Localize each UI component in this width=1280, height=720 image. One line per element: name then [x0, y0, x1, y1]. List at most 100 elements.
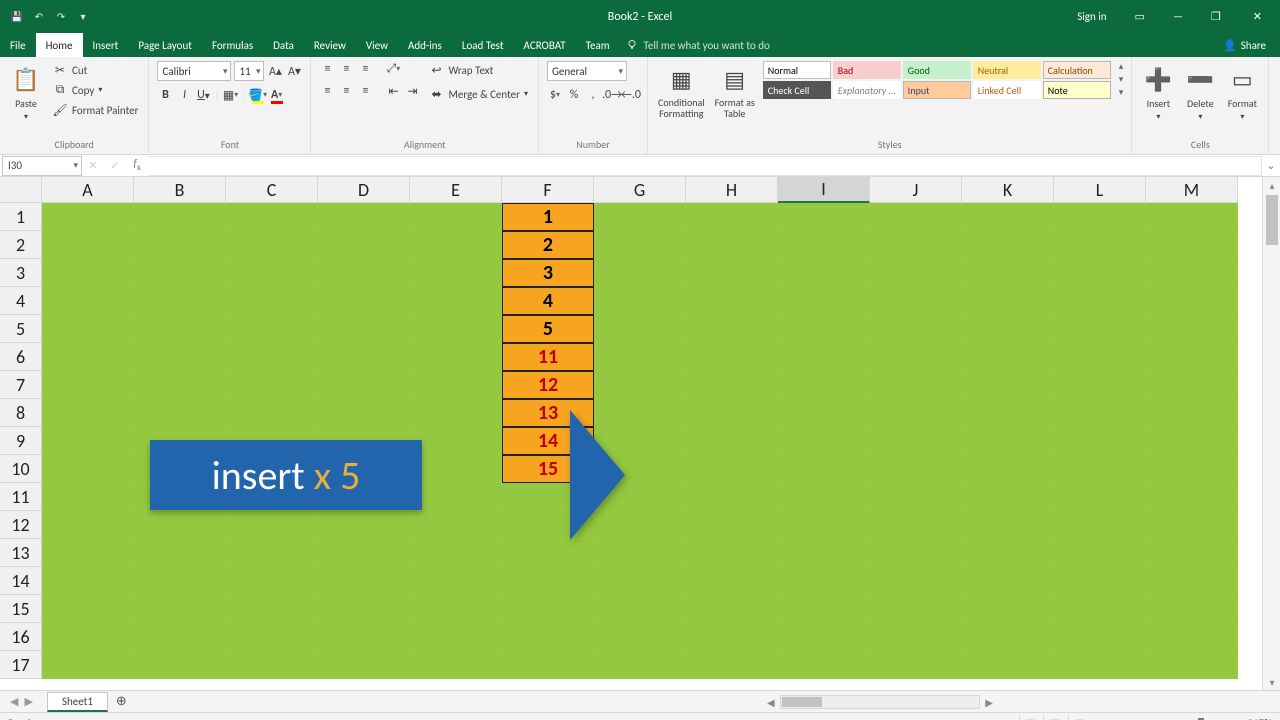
cell-M14[interactable]: [1146, 567, 1238, 595]
cell-M17[interactable]: [1146, 651, 1238, 679]
align-bottom-icon[interactable]: ≡: [357, 61, 373, 77]
new-sheet-button[interactable]: ⊕: [116, 694, 127, 709]
qat-customize-icon[interactable]: ▾: [76, 10, 90, 24]
cell-F16[interactable]: [502, 623, 594, 651]
cell-E11[interactable]: [410, 483, 502, 511]
next-sheet-icon[interactable]: ▶: [24, 695, 32, 708]
column-header-E[interactable]: E: [410, 177, 502, 203]
cell-L13[interactable]: [1054, 539, 1146, 567]
cell-D16[interactable]: [318, 623, 410, 651]
wrap-text-button[interactable]: ↩Wrap Text: [426, 61, 530, 79]
tab-review[interactable]: Review: [304, 33, 356, 57]
cell-B4[interactable]: [134, 287, 226, 315]
enter-formula-icon[interactable]: ✓: [104, 159, 126, 172]
cell-F8[interactable]: 13: [502, 399, 594, 427]
cell-C12[interactable]: [226, 511, 318, 539]
cell-L14[interactable]: [1054, 567, 1146, 595]
cell-A5[interactable]: [42, 315, 134, 343]
cell-L6[interactable]: [1054, 343, 1146, 371]
comma-icon[interactable]: ,: [585, 87, 601, 103]
cell-J4[interactable]: [870, 287, 962, 315]
style-input[interactable]: Input: [903, 81, 971, 99]
column-header-D[interactable]: D: [318, 177, 410, 203]
cell-A4[interactable]: [42, 287, 134, 315]
cell-K14[interactable]: [962, 567, 1054, 595]
cell-H16[interactable]: [686, 623, 778, 651]
select-all-corner[interactable]: [0, 177, 42, 203]
cell-B8[interactable]: [134, 399, 226, 427]
gallery-down-icon[interactable]: ▾: [1119, 74, 1124, 85]
prev-sheet-icon[interactable]: ◀: [10, 695, 18, 708]
tab-team[interactable]: Team: [576, 33, 620, 57]
cell-H9[interactable]: [686, 427, 778, 455]
cell-G16[interactable]: [594, 623, 686, 651]
row-header-7[interactable]: 7: [0, 371, 42, 399]
cell-H13[interactable]: [686, 539, 778, 567]
redo-icon[interactable]: ↷: [54, 10, 68, 24]
cell-B17[interactable]: [134, 651, 226, 679]
close-icon[interactable]: ✕: [1235, 0, 1280, 33]
cell-J10[interactable]: [870, 455, 962, 483]
cell-K7[interactable]: [962, 371, 1054, 399]
cell-H14[interactable]: [686, 567, 778, 595]
cell-M1[interactable]: [1146, 203, 1238, 231]
cell-H6[interactable]: [686, 343, 778, 371]
cell-I14[interactable]: [778, 567, 870, 595]
cell-G13[interactable]: [594, 539, 686, 567]
format-cells-button[interactable]: ▭Format▾: [1224, 61, 1260, 122]
cell-L7[interactable]: [1054, 371, 1146, 399]
cell-G9[interactable]: [594, 427, 686, 455]
row-header-13[interactable]: 13: [0, 539, 42, 567]
row-header-15[interactable]: 15: [0, 595, 42, 623]
cell-E9[interactable]: [410, 427, 502, 455]
orientation-icon[interactable]: ⤢: [385, 61, 401, 77]
cell-I16[interactable]: [778, 623, 870, 651]
cell-E3[interactable]: [410, 259, 502, 287]
percent-icon[interactable]: %: [566, 87, 582, 103]
row-header-17[interactable]: 17: [0, 651, 42, 679]
tab-addins[interactable]: Add-ins: [398, 33, 452, 57]
cell-J6[interactable]: [870, 343, 962, 371]
cell-C11[interactable]: [226, 483, 318, 511]
cell-L2[interactable]: [1054, 231, 1146, 259]
cell-C5[interactable]: [226, 315, 318, 343]
row-header-12[interactable]: 12: [0, 511, 42, 539]
maximize-icon[interactable]: ❐: [1197, 0, 1235, 33]
cell-H2[interactable]: [686, 231, 778, 259]
cell-E15[interactable]: [410, 595, 502, 623]
cell-G15[interactable]: [594, 595, 686, 623]
cell-H3[interactable]: [686, 259, 778, 287]
align-middle-icon[interactable]: ≡: [338, 61, 354, 77]
cell-G2[interactable]: [594, 231, 686, 259]
cell-D4[interactable]: [318, 287, 410, 315]
cell-B5[interactable]: [134, 315, 226, 343]
row-header-11[interactable]: 11: [0, 483, 42, 511]
cell-J7[interactable]: [870, 371, 962, 399]
cell-C6[interactable]: [226, 343, 318, 371]
cell-I15[interactable]: [778, 595, 870, 623]
cell-K9[interactable]: [962, 427, 1054, 455]
cell-G1[interactable]: [594, 203, 686, 231]
delete-cells-button[interactable]: ➖Delete▾: [1182, 61, 1218, 122]
row-header-16[interactable]: 16: [0, 623, 42, 651]
cell-G17[interactable]: [594, 651, 686, 679]
cell-B6[interactable]: [134, 343, 226, 371]
scroll-up-icon[interactable]: ▴: [1266, 179, 1278, 191]
cell-F15[interactable]: [502, 595, 594, 623]
borders-button[interactable]: ▦: [223, 87, 239, 103]
cell-F7[interactable]: 12: [502, 371, 594, 399]
scroll-left-icon[interactable]: ◀: [767, 696, 775, 709]
format-as-table-button[interactable]: ▤ Format as Table: [713, 61, 757, 119]
style-bad[interactable]: Bad: [833, 61, 901, 79]
column-header-I[interactable]: I: [778, 177, 870, 203]
cell-J2[interactable]: [870, 231, 962, 259]
cell-B9[interactable]: [134, 427, 226, 455]
cell-C9[interactable]: [226, 427, 318, 455]
tab-load-test[interactable]: Load Test: [452, 33, 514, 57]
cell-J3[interactable]: [870, 259, 962, 287]
cell-J13[interactable]: [870, 539, 962, 567]
cell-A1[interactable]: [42, 203, 134, 231]
cell-B1[interactable]: [134, 203, 226, 231]
style-normal[interactable]: Normal: [763, 61, 831, 79]
cell-E13[interactable]: [410, 539, 502, 567]
